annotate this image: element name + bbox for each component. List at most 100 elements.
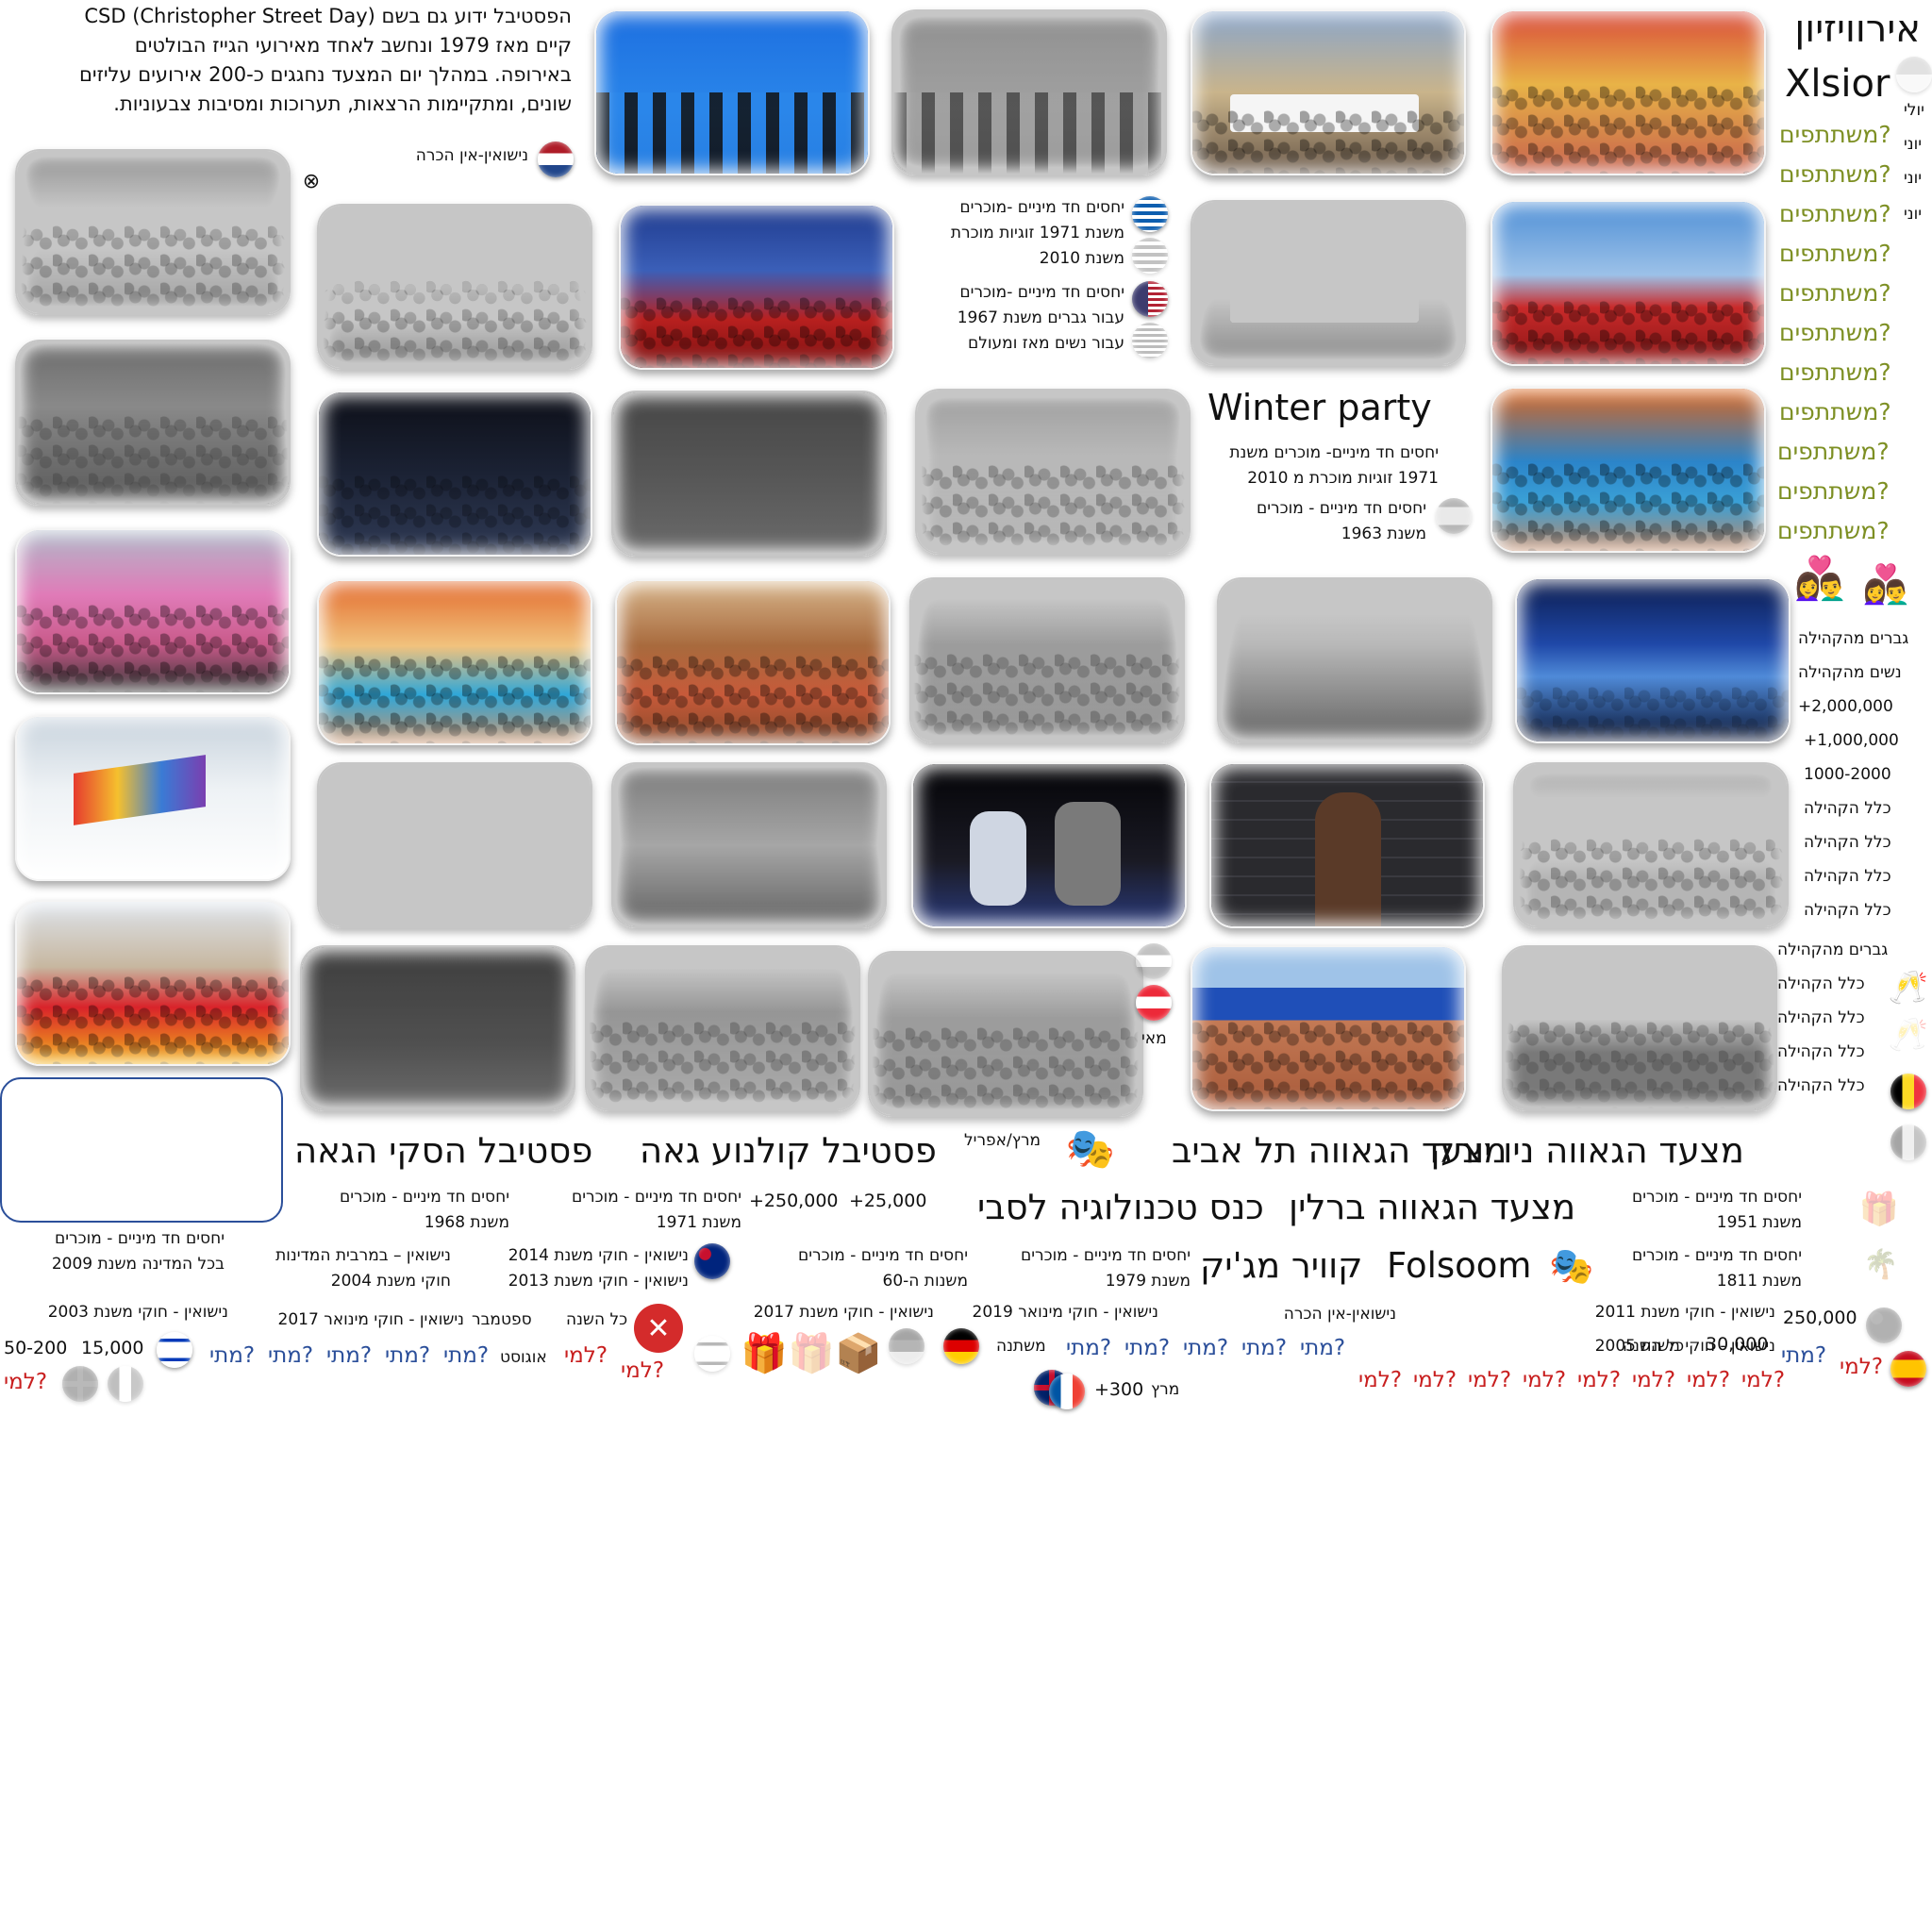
photo-tile-parade-faded[interactable] [1502, 945, 1777, 1111]
photo-tile-crowd-faded[interactable] [15, 149, 291, 315]
photo-tile-eurovision-stage[interactable] [1515, 577, 1790, 743]
note-line: יחסים חד מיניים- מוכרים משנת [1229, 443, 1439, 462]
audience-label: כלל הקהילה [1804, 901, 1891, 920]
photo-tile-ski-faded[interactable] [317, 762, 592, 928]
note-line: 1971 זוגיות מוכרת מ 2010 [1247, 469, 1439, 488]
note-line: משנת 1951 [1716, 1213, 1802, 1232]
who-input[interactable]: למי? [1741, 1368, 1785, 1392]
photo-tile-pool-party[interactable] [1491, 387, 1766, 553]
when-input[interactable]: מתי? [443, 1343, 489, 1368]
photo-tile-outdoor-stage[interactable] [1191, 945, 1466, 1111]
photo-tile-pride-parade[interactable] [15, 900, 291, 1066]
photo-tile-festival-tree[interactable] [615, 579, 891, 745]
who-input[interactable]: למי? [1632, 1368, 1675, 1392]
france-flag-icon [1049, 1374, 1085, 1409]
photo-tile-outdoor-stage-faded[interactable] [585, 945, 860, 1111]
intro-text: הפסטיבל ידוע גם בשם CSD (Christopher Str… [6, 2, 572, 119]
note-line: יחסים חד מיניים - מוכרים [571, 1188, 741, 1207]
when-input[interactable]: מתי? [1124, 1336, 1170, 1360]
photo-tile-interpride[interactable] [1191, 9, 1466, 175]
participants-input[interactable]: משתתפים? [1777, 438, 1890, 465]
participants-input[interactable]: משתתפים? [1779, 160, 1891, 188]
participants-input[interactable]: משתתפים? [1779, 358, 1891, 386]
when-input[interactable]: מתי? [1300, 1336, 1345, 1360]
when-input[interactable]: מתי? [1241, 1336, 1287, 1360]
participants-input[interactable]: משתתפים? [1779, 319, 1891, 346]
event-film-festival[interactable]: פסטיבל קולנוע גאה [640, 1130, 937, 1171]
when-input[interactable]: מתי? [326, 1343, 372, 1368]
photo-tile-festival-tree-faded[interactable] [909, 577, 1185, 743]
when-input[interactable]: מתי? [268, 1343, 313, 1368]
photo-tile-dj-faded[interactable] [1217, 577, 1492, 743]
participants-input[interactable]: משתתפים? [1779, 398, 1891, 425]
who-input[interactable]: למי? [1523, 1368, 1566, 1392]
who-input[interactable]: למי? [1413, 1368, 1457, 1392]
austria-flag-icon [1136, 985, 1172, 1021]
photo-tile-interpride-faded[interactable] [1191, 200, 1466, 366]
photo-tile-lesbians-stage-faded[interactable] [891, 9, 1167, 175]
event-tech-conf[interactable]: כנס טכנולוגיה לסבי [977, 1187, 1264, 1227]
participants-input[interactable]: משתתפים? [1777, 517, 1890, 544]
when-input[interactable]: מתי? [1183, 1336, 1228, 1360]
participants-input[interactable]: משתתפים? [1779, 121, 1891, 148]
photo-tile-lesbians-stage[interactable] [594, 9, 870, 175]
stat-250k-plus: +250,000 [749, 1191, 839, 1211]
participants-input[interactable]: משתתפים? [1779, 200, 1891, 227]
who-input[interactable]: למי? [4, 1370, 47, 1394]
event-queer-magic[interactable]: קוויר מג'יק [1200, 1245, 1362, 1286]
stat-30k: 30,000 [1706, 1334, 1769, 1355]
photo-tile-pool-party-faded[interactable] [915, 389, 1191, 555]
who-input[interactable]: למי? [1687, 1368, 1730, 1392]
participants-input[interactable]: משתתפים? [1777, 477, 1890, 505]
photo-tile-pool-faded[interactable] [1513, 762, 1789, 928]
who-input[interactable]: למי? [564, 1343, 608, 1368]
every-year: כל השנה [566, 1310, 628, 1329]
austria-flag-faded-icon [1136, 943, 1172, 979]
photo-tile-cinema[interactable] [317, 391, 592, 557]
photo-tile-castle-faded[interactable] [317, 204, 592, 370]
photo-tile-festival-tree-faded-2[interactable] [868, 951, 1143, 1117]
participants-input[interactable]: משתתפים? [1779, 279, 1891, 307]
photo-tile-dj-party[interactable] [15, 528, 291, 694]
photo-tile-man-brick[interactable] [1209, 762, 1485, 928]
note-line: נישואין - חוקי משנת 2013 [508, 1272, 689, 1291]
event-folsom[interactable]: Folsoom [1387, 1245, 1531, 1286]
note-line: משנת 1963 [1341, 525, 1426, 543]
note-2004: נישואין – במרבית המדינות חוקי משנת 2004 [242, 1243, 451, 1294]
photo-tile-theater-faded[interactable] [300, 945, 575, 1111]
event-berlin-pride[interactable]: מצעד הגאווה ברלין [1289, 1187, 1575, 1227]
note-line: משנת 2010 [1039, 249, 1124, 268]
photo-tile-theater[interactable] [911, 762, 1187, 928]
size-label: 1000-2000 [1804, 765, 1891, 784]
when-input[interactable]: מתי? [1066, 1336, 1111, 1360]
who-input[interactable]: למי? [621, 1358, 664, 1383]
when-input[interactable]: מתי? [1781, 1343, 1826, 1368]
note-2017: נישואין - חוקי משנת 2017 [753, 1303, 934, 1322]
close-circle-icon[interactable]: ⊗ [300, 170, 323, 193]
note-2003: נישואין - חוקי משנת 2003 [47, 1303, 228, 1322]
photo-tile-pride-flags-crowd[interactable] [1491, 9, 1766, 175]
month-march: מרץ [1151, 1380, 1180, 1399]
participants-input[interactable]: משתתפים? [1779, 240, 1891, 267]
spain-flag-icon [1890, 1351, 1926, 1387]
event-ski-festival[interactable]: פסטיבל הסקי הגאה [294, 1130, 592, 1171]
when-input[interactable]: מתי? [209, 1343, 255, 1368]
photo-tile-cinema-faded[interactable] [611, 391, 887, 557]
theater-masks-icon: 🎭 [1549, 1244, 1594, 1287]
stat-15k: 15,000 [81, 1338, 144, 1358]
photo-tile-concert-faded[interactable] [15, 340, 291, 506]
empty-card[interactable] [0, 1077, 283, 1223]
when-input[interactable]: מתי? [385, 1343, 430, 1368]
photo-tile-castle-crowd[interactable] [1491, 200, 1766, 366]
event-ta-pride[interactable]: מצעד הגאווה תל אביב [1172, 1130, 1507, 1171]
who-input[interactable]: למי? [1577, 1368, 1621, 1392]
photo-tile-fireworks-concert[interactable] [619, 204, 894, 370]
month-may: מאי [1141, 1029, 1167, 1048]
photo-tile-man-faded[interactable] [611, 762, 887, 928]
audience-label: גברים מהקהילה [1777, 941, 1889, 959]
photo-tile-cruise-pool[interactable] [317, 579, 592, 745]
who-input[interactable]: למי? [1468, 1368, 1511, 1392]
who-input[interactable]: למי? [1840, 1355, 1883, 1379]
photo-tile-ski-flag[interactable] [15, 715, 291, 881]
who-input[interactable]: למי? [1358, 1368, 1402, 1392]
